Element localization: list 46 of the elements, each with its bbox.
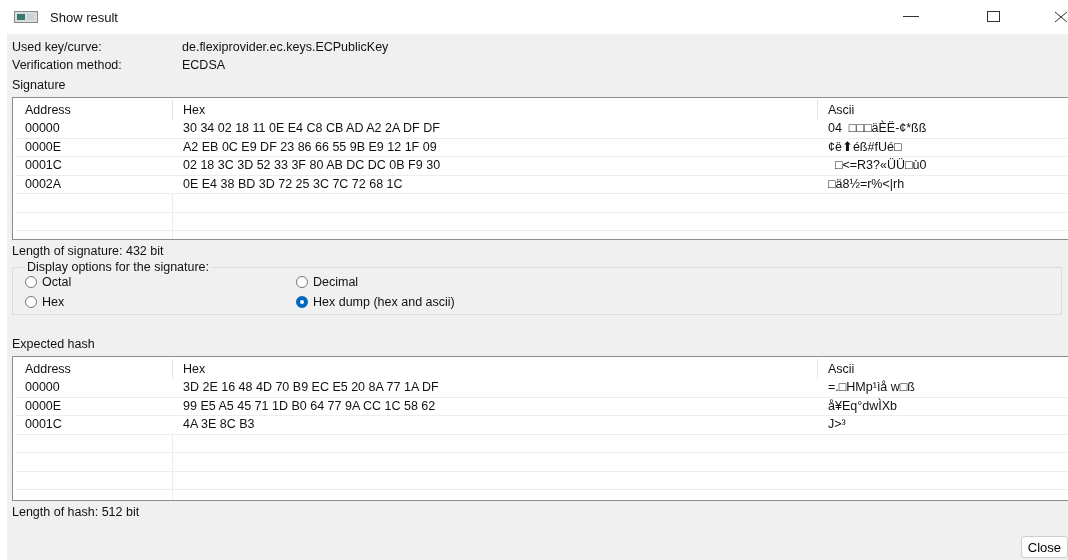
length-label: Length of signature: 432 bit (12, 243, 165, 258)
table-cell-text: 0000E (24, 397, 63, 415)
group-legend: Display options for the signature: (25, 260, 212, 274)
table-cell-text: ¢ë⬆éß#fUé□ (827, 138, 903, 156)
table-cell-text: 99 E5 A5 45 71 1D B0 64 77 9A CC 1C 58 62 (182, 397, 437, 415)
table-cell-text: 3D 2E 16 48 4D 70 B9 EC E5 20 8A 77 1A DF (182, 379, 440, 396)
section-heading: Expected hash (12, 336, 96, 353)
window-title: Show result (50, 9, 118, 25)
field-value: de.flexiprovider.ec.keys.ECPublicKey (182, 40, 389, 54)
table-cell-text: 0001C (24, 416, 63, 433)
table-cell-text: J>³ (827, 416, 847, 433)
table-cell-text: å¥Eq°dwÌXb (827, 397, 898, 415)
table-cell-text: 0E E4 38 BD 3D 72 25 3C 7C 72 68 1C (182, 175, 404, 193)
column-header[interactable]: Hex (173, 100, 818, 120)
column-header[interactable]: Address (15, 359, 173, 379)
table-cell-text: 0000E (24, 138, 63, 156)
table-cell-text: 00000 (24, 120, 61, 137)
column-header[interactable]: Address (15, 100, 173, 120)
column-header[interactable]: Ascii (818, 100, 1068, 120)
length-label: Length of hash: 512 bit (12, 504, 141, 519)
table-cell-text: 0002A (24, 175, 63, 193)
table-cell-text: 00000 (24, 379, 61, 396)
radio-option[interactable]: Decimal (296, 274, 1061, 290)
radio-option[interactable]: Hex (25, 294, 296, 310)
column-header[interactable]: Hex (173, 359, 818, 379)
column-header[interactable]: Ascii (818, 359, 1068, 379)
table-cell-text: =.□HMp¹ìå w□ß (827, 379, 916, 396)
close-icon[interactable] (1054, 11, 1068, 23)
app-icon (14, 11, 38, 23)
table-cell-text: □<=R3?«ÜÜ□ù0 (833, 157, 928, 174)
radio-option[interactable]: Hex dump (hex and ascii) (296, 294, 1061, 310)
field-label: Verification method: (12, 58, 123, 72)
field-value: ECDSA (182, 58, 226, 72)
table-cell-text: 02 18 3C 3D 52 33 3F 80 AB DC DC 0B F9 30 (182, 157, 442, 174)
section-heading: Signature (12, 77, 67, 94)
table-cell-text: A2 EB 0C E9 DF 23 86 66 55 9B E9 12 1F 09 (182, 138, 438, 156)
radio-option[interactable]: Octal (25, 274, 296, 290)
table-cell-text: 04 □□□äÈË-¢*ßß (827, 120, 928, 137)
close-button[interactable]: Close (1020, 536, 1068, 558)
table-cell-text: 0001C (24, 157, 63, 174)
field-label: Used key/curve: (12, 40, 103, 54)
maximize-icon[interactable] (986, 11, 1000, 23)
table-cell-text: □ä8½=r%<|rh (827, 175, 906, 193)
table-cell-text: 4A 3E 8C B3 (182, 416, 256, 433)
minimize-icon[interactable] (903, 16, 919, 18)
table-cell-text: 30 34 02 18 11 0E E4 C8 CB AD A2 2A DF DF (182, 120, 441, 137)
